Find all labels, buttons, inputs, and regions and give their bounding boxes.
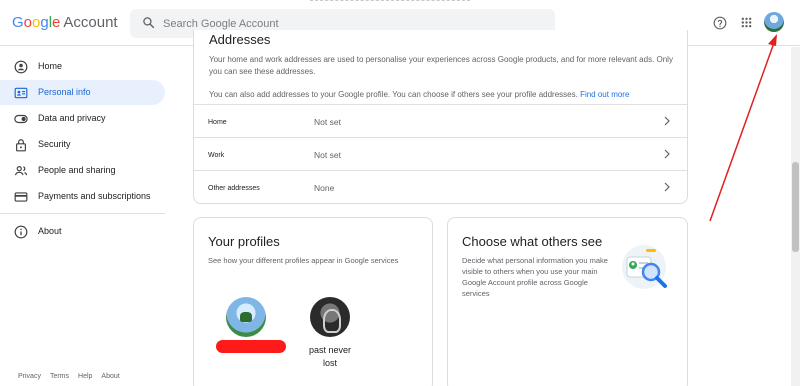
home-icon — [14, 60, 28, 74]
apps-icon[interactable] — [741, 17, 752, 28]
info-icon — [14, 225, 28, 239]
footer-link-privacy[interactable]: Privacy — [18, 373, 41, 380]
profile-name-line: lost — [322, 358, 337, 368]
sidebar: Home Personal info Data and privacy Secu… — [0, 47, 170, 386]
choose-what-others-see-card[interactable]: Choose what others see Decide what perso… — [447, 217, 688, 386]
profile-name-line: past never — [308, 345, 352, 355]
address-row-value: Not set — [314, 117, 341, 127]
profile-avatar-primary[interactable] — [226, 297, 266, 337]
footer-link-terms[interactable]: Terms — [50, 373, 69, 380]
address-row-work[interactable]: Work Not set — [194, 137, 687, 170]
sidebar-item-label: Payments and subscriptions — [38, 191, 151, 201]
address-row-value: None — [314, 183, 335, 193]
redacted-name — [216, 340, 286, 353]
addresses-card: Addresses Your home and work addresses a… — [193, 30, 688, 204]
dashed-divider — [310, 0, 470, 4]
scrollbar-thumb[interactable] — [792, 162, 799, 252]
chevron-right-icon — [664, 182, 670, 192]
sidebar-item-label: Home — [38, 61, 63, 71]
lock-icon — [16, 139, 26, 152]
address-row-label: Work — [208, 152, 225, 159]
people-icon — [14, 166, 28, 176]
chevron-right-icon — [664, 116, 670, 126]
sidebar-item-home[interactable]: Home — [0, 54, 165, 79]
sidebar-item-label: Data and privacy — [38, 113, 106, 123]
scrollbar[interactable] — [791, 47, 800, 386]
sidebar-item-about[interactable]: About — [0, 219, 165, 244]
logo-letter: g — [40, 14, 49, 31]
personal-info-icon — [14, 87, 28, 99]
sidebar-item-label: Personal info — [38, 87, 91, 97]
card-icon — [14, 192, 28, 202]
profiles-title: Your profiles — [208, 234, 280, 249]
sidebar-item-label: About — [38, 226, 62, 236]
search-icon[interactable] — [142, 16, 155, 29]
choose-description: Decide what personal information you mak… — [462, 256, 608, 298]
profile-avatar-secondary[interactable] — [310, 297, 350, 337]
footer-link-help[interactable]: Help — [78, 373, 92, 380]
addresses-title: Addresses — [209, 32, 271, 47]
addresses-more-text: You can also add addresses to your Googl… — [209, 90, 679, 99]
profile-name[interactable]: past never lost — [290, 344, 370, 370]
logo-suffix: Account — [63, 14, 118, 31]
logo-letter: o — [23, 14, 33, 31]
help-icon[interactable] — [713, 16, 727, 30]
sidebar-item-personal-info[interactable]: Personal info — [0, 80, 165, 105]
sidebar-item-label: Security — [38, 139, 71, 149]
address-row-home[interactable]: Home Not set — [194, 104, 687, 137]
sidebar-item-people-and-sharing[interactable]: People and sharing — [0, 158, 165, 183]
toggle-icon — [14, 114, 28, 124]
account-avatar[interactable] — [764, 12, 784, 32]
address-row-value: Not set — [314, 150, 341, 160]
addresses-more-label: You can also add addresses to your Googl… — [209, 90, 578, 99]
find-out-more-link[interactable]: Find out more — [580, 90, 629, 99]
address-row-other[interactable]: Other addresses None — [194, 170, 687, 203]
address-row-label: Other addresses — [208, 185, 260, 192]
address-row-label: Home — [208, 119, 227, 126]
addresses-description: Your home and work addresses are used to… — [209, 55, 673, 76]
logo-letter: e — [52, 14, 61, 31]
sidebar-item-security[interactable]: Security — [0, 132, 165, 157]
profiles-description: See how your different profiles appear i… — [208, 256, 399, 265]
choose-title: Choose what others see — [462, 234, 603, 249]
sidebar-item-label: People and sharing — [38, 165, 116, 175]
chevron-right-icon — [664, 149, 670, 159]
google-account-logo[interactable]: Google Account — [12, 14, 118, 31]
sidebar-item-data-and-privacy[interactable]: Data and privacy — [0, 106, 165, 131]
sidebar-item-payments-and-subscriptions[interactable]: Payments and subscriptions — [0, 184, 165, 209]
sidebar-divider — [0, 213, 165, 214]
footer-link-about[interactable]: About — [101, 373, 119, 380]
profile-visibility-illustration-icon — [622, 245, 667, 289]
logo-letter: G — [12, 14, 24, 31]
profiles-card: Your profiles See how your different pro… — [193, 217, 433, 386]
footer-links: Privacy Terms Help About — [18, 373, 129, 380]
